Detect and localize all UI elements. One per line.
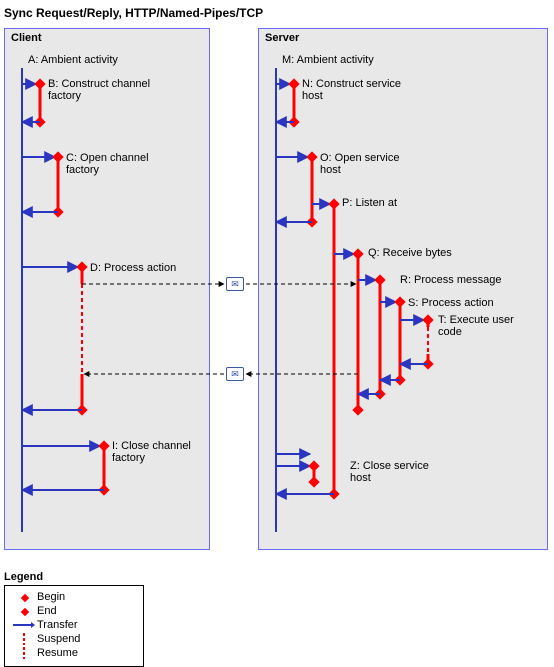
- diamond-icon: [11, 606, 37, 616]
- legend-box: Begin End Transfer Suspend Resume: [4, 585, 144, 667]
- legend-transfer-label: Transfer: [37, 619, 78, 631]
- dashed-line-icon: [11, 633, 37, 645]
- legend-title: Legend: [4, 571, 554, 583]
- message-icon: [226, 277, 244, 291]
- activity-p: P: Listen at: [342, 197, 397, 209]
- activity-o: O: Open service host: [320, 152, 420, 176]
- diagram-title: Sync Request/Reply, HTTP/Named-Pipes/TCP: [0, 0, 554, 22]
- activity-r: R: Process message: [400, 274, 501, 286]
- legend-begin: Begin: [11, 590, 137, 604]
- legend-begin-label: Begin: [37, 591, 65, 603]
- activity-i: I: Close channel factory: [112, 440, 192, 464]
- activity-t: T: Execute user code: [438, 314, 518, 338]
- client-panel: Client: [4, 28, 210, 550]
- legend-end: End: [11, 604, 137, 618]
- legend-resume: Resume: [11, 646, 137, 660]
- activity-n: N: Construct service host: [302, 78, 422, 102]
- activity-s: S: Process action: [408, 297, 494, 309]
- activity-c: C: Open channel factory: [66, 152, 166, 176]
- legend-resume-label: Resume: [37, 647, 78, 659]
- activity-a: A: Ambient activity: [28, 54, 118, 66]
- activity-b: B: Construct channel factory: [48, 78, 158, 102]
- legend-end-label: End: [37, 605, 57, 617]
- server-panel-title: Server: [265, 32, 299, 44]
- activity-d: D: Process action: [90, 262, 176, 274]
- message-icon: [226, 367, 244, 381]
- dashed-line-icon: [11, 647, 37, 659]
- legend-transfer: Transfer: [11, 618, 137, 632]
- legend-suspend-label: Suspend: [37, 633, 80, 645]
- diamond-icon: [11, 592, 37, 602]
- legend-suspend: Suspend: [11, 632, 137, 646]
- diagram-canvas: Client Server A: Ambient activity B: Con…: [0, 22, 554, 567]
- arrow-icon: [11, 620, 37, 630]
- client-panel-title: Client: [11, 32, 42, 44]
- activity-q: Q: Receive bytes: [368, 247, 452, 259]
- activity-z: Z: Close service host: [350, 460, 450, 484]
- activity-m: M: Ambient activity: [282, 54, 374, 66]
